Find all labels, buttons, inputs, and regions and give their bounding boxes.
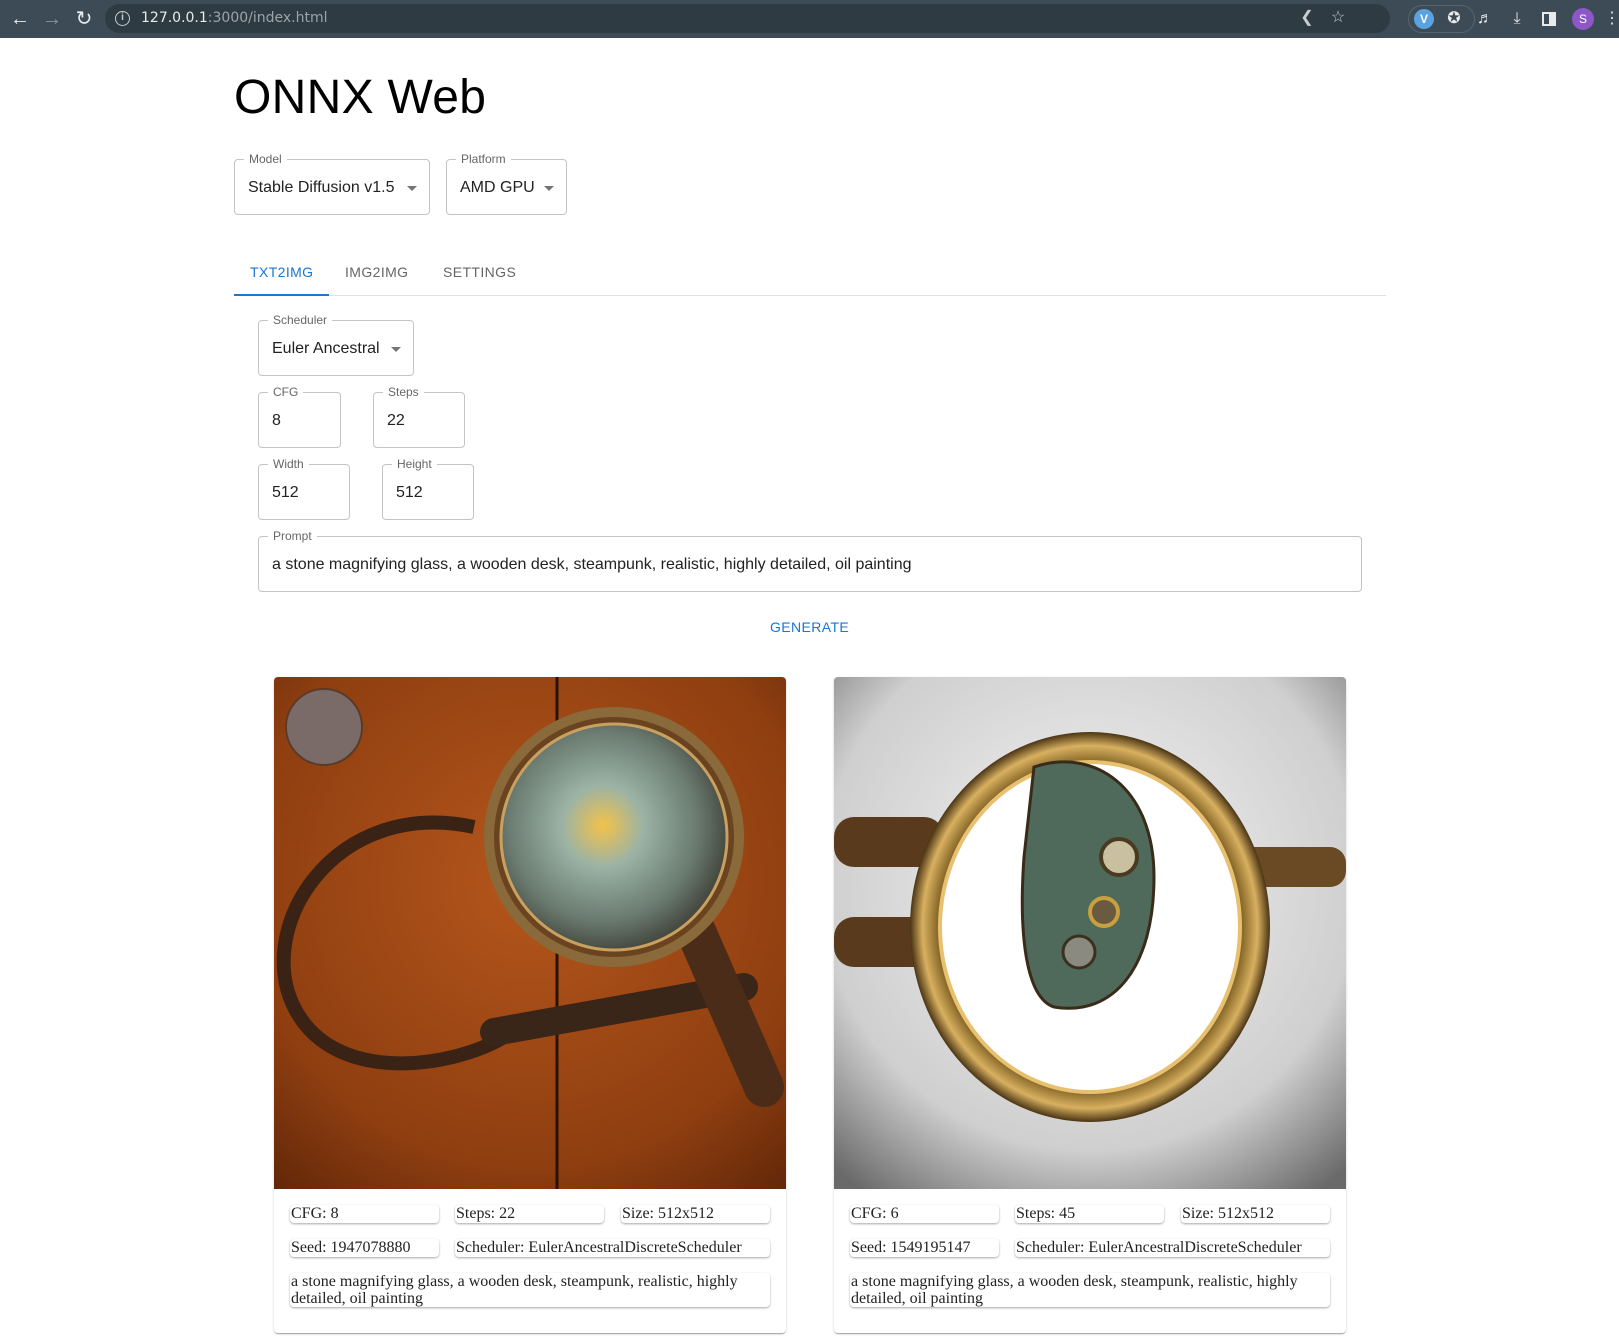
width-label: Width [268,457,309,471]
site-info-icon[interactable]: i [115,11,130,26]
height-value: 512 [396,484,423,501]
bookmark-star-icon[interactable]: ☆ [1328,8,1348,28]
result-seed: Seed: 1947078880 [290,1239,439,1257]
model-select[interactable]: Model Stable Diffusion v1.5 [234,152,430,215]
url-text[interactable]: 127.0.0.1:3000/index.html [141,10,328,26]
result-card: CFG: 8 Steps: 22 Size: 512x512 Seed: 194… [274,677,786,1333]
prompt-label: Prompt [268,529,317,543]
chevron-down-icon [544,186,554,191]
arrow-left-icon: ← [10,8,30,30]
result-prompt: a stone magnifying glass, a wooden desk,… [290,1273,770,1307]
kebab-menu-icon[interactable]: ⋮ [1604,8,1619,30]
url-host: 127.0.0.1 [141,10,208,26]
cfg-input[interactable]: CFG 8 [258,385,341,448]
platform-select[interactable]: Platform AMD GPU [446,152,567,215]
scheduler-select[interactable]: Scheduler Euler Ancestral [258,313,414,376]
result-scheduler: Scheduler: EulerAncestralDiscreteSchedul… [1015,1239,1330,1257]
width-input[interactable]: Width 512 [258,457,350,520]
height-label: Height [392,457,437,471]
result-size: Size: 512x512 [1181,1205,1330,1223]
cfg-value: 8 [272,412,281,429]
tab-txt2img[interactable]: TXT2IMG [234,248,329,296]
result-size: Size: 512x512 [621,1205,770,1223]
download-icon[interactable]: ⤓ [1506,8,1528,30]
vpn-extension-icon[interactable]: V [1414,9,1434,29]
address-bar[interactable]: i 127.0.0.1:3000/index.html ❮ ☆ [105,4,1390,33]
side-panel-icon[interactable] [1538,8,1560,30]
result-steps: Steps: 45 [1015,1205,1164,1223]
prompt-input[interactable]: Prompt a stone magnifying glass, a woode… [258,529,1362,592]
chevron-down-icon [407,186,417,191]
generate-button[interactable]: GENERATE [762,613,857,641]
width-value: 512 [272,484,299,501]
prompt-value: a stone magnifying glass, a wooden desk,… [272,556,912,573]
result-cfg: CFG: 8 [290,1205,439,1223]
magnifying-glass-image [834,677,1346,1189]
back-button[interactable]: ← [7,6,33,32]
chevron-down-icon [391,347,401,352]
page-title: ONNX Web [234,71,487,124]
browser-toolbar: ← → ↻ i 127.0.0.1:3000/index.html ❮ ☆ V … [0,0,1619,38]
scheduler-label: Scheduler [268,313,333,327]
steps-value: 22 [387,412,405,429]
reload-icon: ↻ [75,8,93,30]
active-tab-indicator [234,294,329,296]
steps-label: Steps [383,385,424,399]
share-icon[interactable]: ❮ [1297,8,1317,28]
tab-img2img[interactable]: IMG2IMG [329,248,424,296]
magnifying-glass-image [274,677,786,1189]
url-path: :3000/index.html [207,10,328,26]
result-image [834,677,1346,1189]
steps-input[interactable]: Steps 22 [373,385,465,448]
result-image [274,677,786,1189]
result-seed: Seed: 1549195147 [850,1239,999,1257]
scheduler-value: Euler Ancestral [272,340,380,357]
tab-settings[interactable]: SETTINGS [427,248,532,296]
reload-button[interactable]: ↻ [71,6,97,32]
result-prompt: a stone magnifying glass, a wooden desk,… [850,1273,1330,1307]
platform-label: Platform [456,152,511,166]
platform-value: AMD GPU [460,179,535,196]
result-cfg: CFG: 6 [850,1205,999,1223]
puzzle-extensions-icon[interactable]: ✪ [1443,8,1465,30]
media-playlist-icon[interactable]: ♬ [1474,8,1496,30]
height-input[interactable]: Height 512 [382,457,474,520]
result-card: CFG: 6 Steps: 45 Size: 512x512 Seed: 154… [834,677,1346,1333]
cfg-label: CFG [268,385,304,399]
forward-button[interactable]: → [39,6,65,32]
model-value: Stable Diffusion v1.5 [248,179,395,196]
result-steps: Steps: 22 [455,1205,604,1223]
tab-bar: TXT2IMG IMG2IMG SETTINGS [234,248,1386,296]
result-scheduler: Scheduler: EulerAncestralDiscreteSchedul… [455,1239,770,1257]
profile-avatar[interactable]: S [1572,8,1594,30]
model-label: Model [244,152,287,166]
arrow-right-icon: → [42,8,62,30]
